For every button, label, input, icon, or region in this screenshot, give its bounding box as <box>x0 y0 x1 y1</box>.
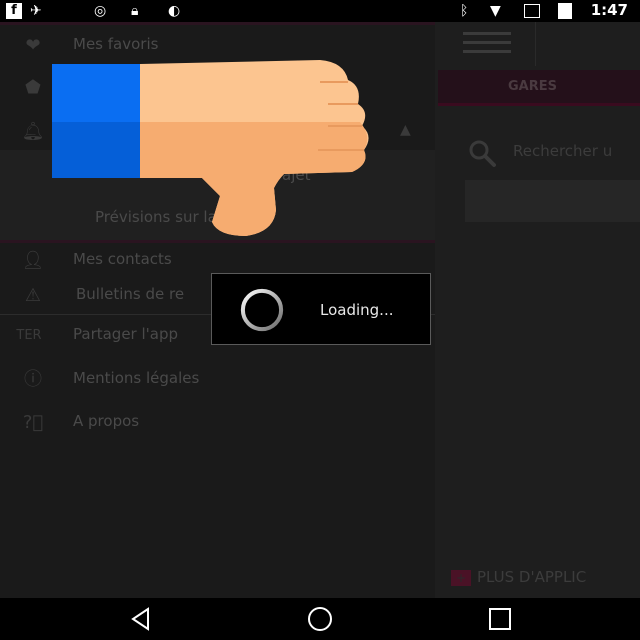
more-apps-button[interactable]: + PLUS D'APPLIC <box>451 568 586 586</box>
back-icon[interactable] <box>128 606 154 632</box>
search-bar[interactable]: Rechercher u <box>463 134 640 170</box>
facebook-icon: f <box>6 3 22 19</box>
heart-icon: ❤ <box>25 35 41 56</box>
no-signal-satellite-icon: ✈ <box>30 3 42 19</box>
battery-charging-icon <box>558 3 572 19</box>
france-map-icon: ⬟ <box>25 77 41 98</box>
status-bar: f ✈ ◎ 🔒︎ ◐ ᛒ ▼ 1:47 <box>0 0 640 22</box>
drawer-item-label: Bulletins de re <box>76 285 185 303</box>
drawer-item-mentions[interactable]: ⓘ Mentions légales <box>0 362 435 398</box>
toolbar-divider <box>535 22 536 66</box>
android-icon: ◐ <box>168 3 181 19</box>
wifi-icon: ▼ <box>490 3 501 19</box>
no-sim-icon <box>524 4 540 18</box>
search-placeholder: Rechercher u <box>513 142 613 160</box>
person-icon: 👤︎ <box>21 250 45 271</box>
drawer-item-label: Partager l'app <box>73 325 179 343</box>
thumbs-down-icon <box>52 60 369 236</box>
bell-icon: 🔔︎ <box>21 121 45 142</box>
menu-icon[interactable] <box>463 32 511 54</box>
more-apps-label: PLUS D'APPLIC <box>477 568 587 586</box>
drawer-item-favoris[interactable]: ❤ Mes favoris <box>0 28 435 64</box>
drawer-item-apropos[interactable]: ?⃝ A propos <box>0 405 435 441</box>
drawer-item-label: Mes favoris <box>73 35 159 53</box>
tab-bar: GARES <box>438 70 640 106</box>
search-result-box <box>465 180 640 222</box>
chevron-up-icon: ▲ <box>400 122 411 138</box>
ter-icon: TER <box>16 328 42 343</box>
drawer-item-label: Mentions légales <box>73 369 200 387</box>
system-nav-bar <box>0 598 640 640</box>
sync-icon: ◎ <box>94 3 107 19</box>
warning-icon: ⚠ <box>24 285 42 306</box>
question-icon: ?⃝ <box>22 412 44 433</box>
loading-dialog: Loading... <box>211 273 431 345</box>
drawer-item-label: A propos <box>73 412 140 430</box>
loading-text: Loading... <box>320 301 394 319</box>
drawer-item-label: Mes contacts <box>73 250 172 268</box>
search-icon <box>469 140 496 167</box>
main-content: GARES Rechercher u + PLUS D'APPLIC <box>435 22 640 598</box>
home-icon[interactable] <box>307 606 333 632</box>
lock-icon: 🔒︎ <box>131 3 139 19</box>
tab-indicator <box>438 103 640 106</box>
tab-gares[interactable]: GARES <box>438 70 640 104</box>
clock: 1:47 <box>590 1 628 19</box>
info-icon: ⓘ <box>24 369 42 390</box>
bluetooth-icon: ᛒ <box>460 3 469 19</box>
recents-icon[interactable] <box>487 606 513 632</box>
drawer-top-divider <box>0 22 435 25</box>
loading-spinner-icon <box>240 288 284 332</box>
plus-icon: + <box>451 569 471 586</box>
